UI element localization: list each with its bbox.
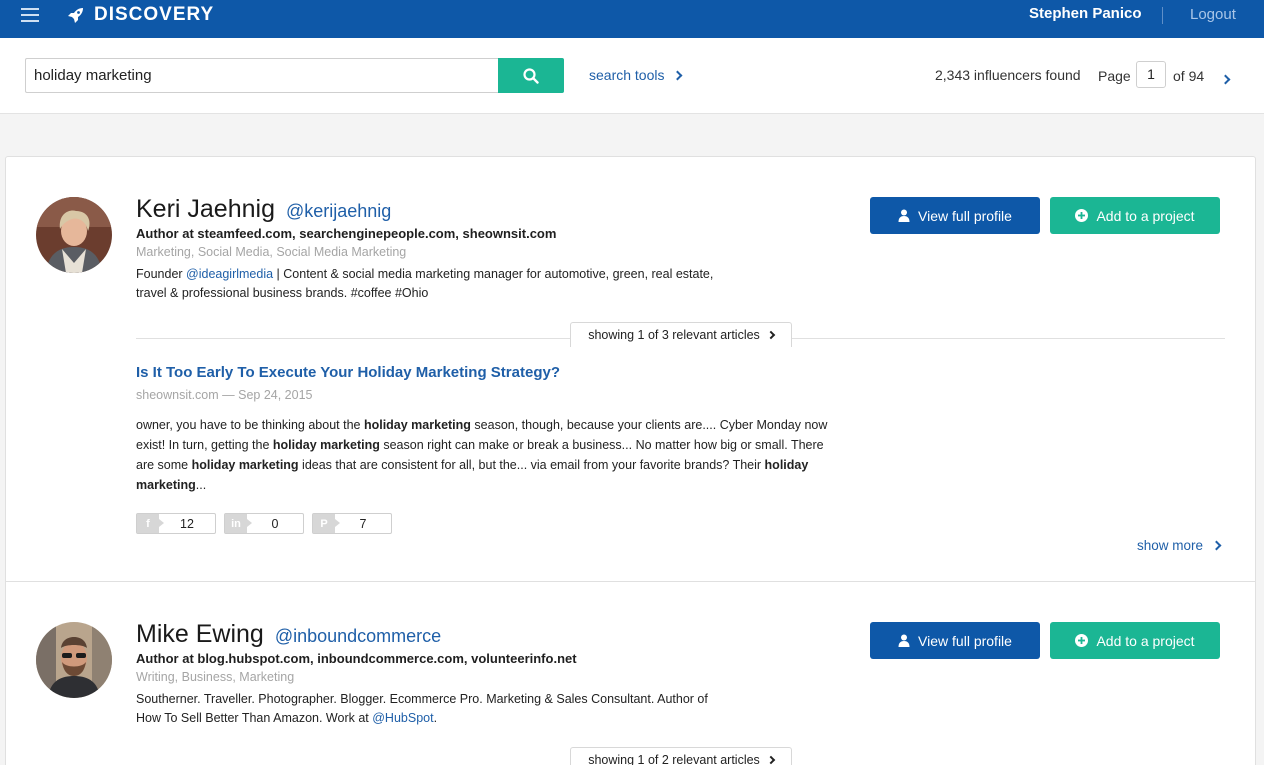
rocket-icon: [68, 8, 83, 23]
share-count: f 12: [136, 513, 216, 534]
chevron-right-icon: [1211, 540, 1222, 551]
share-count-value: 0: [271, 516, 279, 531]
show-more-link[interactable]: show more: [1137, 538, 1222, 553]
bio-text: How To Sell Better Than Amazon. Work at: [136, 711, 373, 725]
influencer-card: Keri Jaehnig @kerijaehnig Author at stea…: [6, 157, 1255, 582]
view-full-profile-label: View full profile: [918, 632, 1012, 649]
search-input[interactable]: [25, 58, 499, 93]
snippet-text: owner, you have to be thinking about the: [136, 418, 364, 432]
search-tools-link[interactable]: search tools: [589, 67, 683, 83]
brand-logo[interactable]: DISCOVERY: [66, 3, 214, 27]
bio-text: Southerner. Traveller. Photographer. Blo…: [136, 692, 708, 706]
relevant-articles-label: showing 1 of 2 relevant articles: [588, 753, 760, 765]
chevron-right-icon: [1220, 74, 1231, 85]
twitter-handle[interactable]: @kerijaehnig: [286, 201, 391, 222]
influencer-name[interactable]: Keri Jaehnig @kerijaehnig: [136, 195, 391, 224]
plus-circle-icon: [1075, 634, 1089, 647]
pinterest-icon: P: [313, 514, 340, 533]
influencer-name-text: Mike Ewing: [136, 620, 264, 648]
next-page-button[interactable]: [1212, 70, 1231, 88]
share-counts: f 12 in 0 P 7: [136, 513, 396, 535]
facebook-icon: f: [137, 514, 164, 533]
snippet-text: ideas that are consistent for all, but t…: [298, 458, 765, 472]
author-sites: Author at steamfeed.com, searchenginepeo…: [136, 226, 557, 241]
top-navbar: DISCOVERY Stephen Panico Logout: [0, 0, 1264, 38]
menu-icon[interactable]: [21, 8, 39, 22]
chevron-right-icon: [766, 330, 776, 340]
bio-text: .: [433, 711, 438, 725]
add-to-project-label: Add to a project: [1096, 207, 1195, 224]
brand-name: DISCOVERY: [94, 4, 215, 25]
nav-divider: [1162, 7, 1163, 24]
view-full-profile-label: View full profile: [918, 207, 1012, 224]
page-number-input[interactable]: 1: [1136, 61, 1166, 88]
search-icon: [523, 67, 539, 84]
topics: Marketing, Social Media, Social Media Ma…: [136, 245, 407, 259]
show-more-label: show more: [1137, 538, 1204, 553]
results-count: 2,343 influencers found: [935, 67, 1081, 83]
bio-text: travel & professional business brands. #…: [136, 286, 429, 300]
topics: Writing, Business, Marketing: [136, 670, 295, 684]
add-to-project-button[interactable]: Add to a project: [1050, 622, 1220, 659]
bio-text: | Content & social media marketing manag…: [273, 267, 714, 281]
bio-mention-link[interactable]: @HubSpot: [372, 711, 433, 725]
relevant-articles-toggle[interactable]: showing 1 of 2 relevant articles: [570, 747, 792, 765]
share-count-value: 12: [180, 516, 194, 531]
user-icon: [898, 634, 910, 647]
search-bar: search tools 2,343 influencers found Pag…: [0, 38, 1264, 114]
article-source-date: sheownsit.com — Sep 24, 2015: [136, 388, 313, 402]
add-to-project-label: Add to a project: [1096, 632, 1195, 649]
highlighted-term: holiday marketing: [191, 458, 299, 472]
author-sites: Author at blog.hubspot.com, inboundcomme…: [136, 651, 577, 666]
influencer-card: Mike Ewing @inboundcommerce Author at bl…: [6, 582, 1255, 765]
highlighted-term: holiday marketing: [363, 418, 471, 432]
linkedin-icon: in: [225, 514, 252, 533]
snippet-text: ...: [195, 478, 207, 492]
user-name[interactable]: Stephen Panico: [1029, 5, 1142, 22]
influencer-name-text: Keri Jaehnig: [136, 195, 275, 223]
search-button[interactable]: [498, 58, 564, 93]
highlighted-term: holiday marketing: [272, 438, 380, 452]
bio: Founder @ideagirlmedia | Content & socia…: [136, 265, 756, 303]
logout-link[interactable]: Logout: [1190, 6, 1236, 23]
relevant-articles-toggle[interactable]: showing 1 of 3 relevant articles: [570, 322, 792, 347]
share-count: in 0: [224, 513, 304, 534]
twitter-handle[interactable]: @inboundcommerce: [275, 626, 441, 647]
chevron-right-icon: [673, 70, 683, 80]
article-title-link[interactable]: Is It Too Early To Execute Your Holiday …: [136, 364, 560, 381]
relevant-articles-label: showing 1 of 3 relevant articles: [588, 328, 760, 342]
view-full-profile-button[interactable]: View full profile: [870, 197, 1040, 234]
search-tools-label: search tools: [589, 67, 665, 83]
influencer-name[interactable]: Mike Ewing @inboundcommerce: [136, 620, 441, 649]
avatar[interactable]: [36, 197, 112, 273]
results-list: Keri Jaehnig @kerijaehnig Author at stea…: [5, 156, 1256, 765]
plus-circle-icon: [1075, 209, 1089, 222]
user-icon: [898, 209, 910, 222]
chevron-right-icon: [766, 755, 776, 765]
article-snippet: owner, you have to be thinking about the…: [136, 415, 836, 495]
bio: Southerner. Traveller. Photographer. Blo…: [136, 690, 756, 728]
add-to-project-button[interactable]: Add to a project: [1050, 197, 1220, 234]
view-full-profile-button[interactable]: View full profile: [870, 622, 1040, 659]
page-label: Page: [1098, 68, 1131, 84]
bio-text: Founder: [136, 267, 187, 281]
avatar[interactable]: [36, 622, 112, 698]
share-count-value: 7: [359, 516, 367, 531]
bio-mention-link[interactable]: @ideagirlmedia: [186, 267, 273, 281]
page-total: of 94: [1173, 68, 1205, 84]
share-count: P 7: [312, 513, 392, 534]
